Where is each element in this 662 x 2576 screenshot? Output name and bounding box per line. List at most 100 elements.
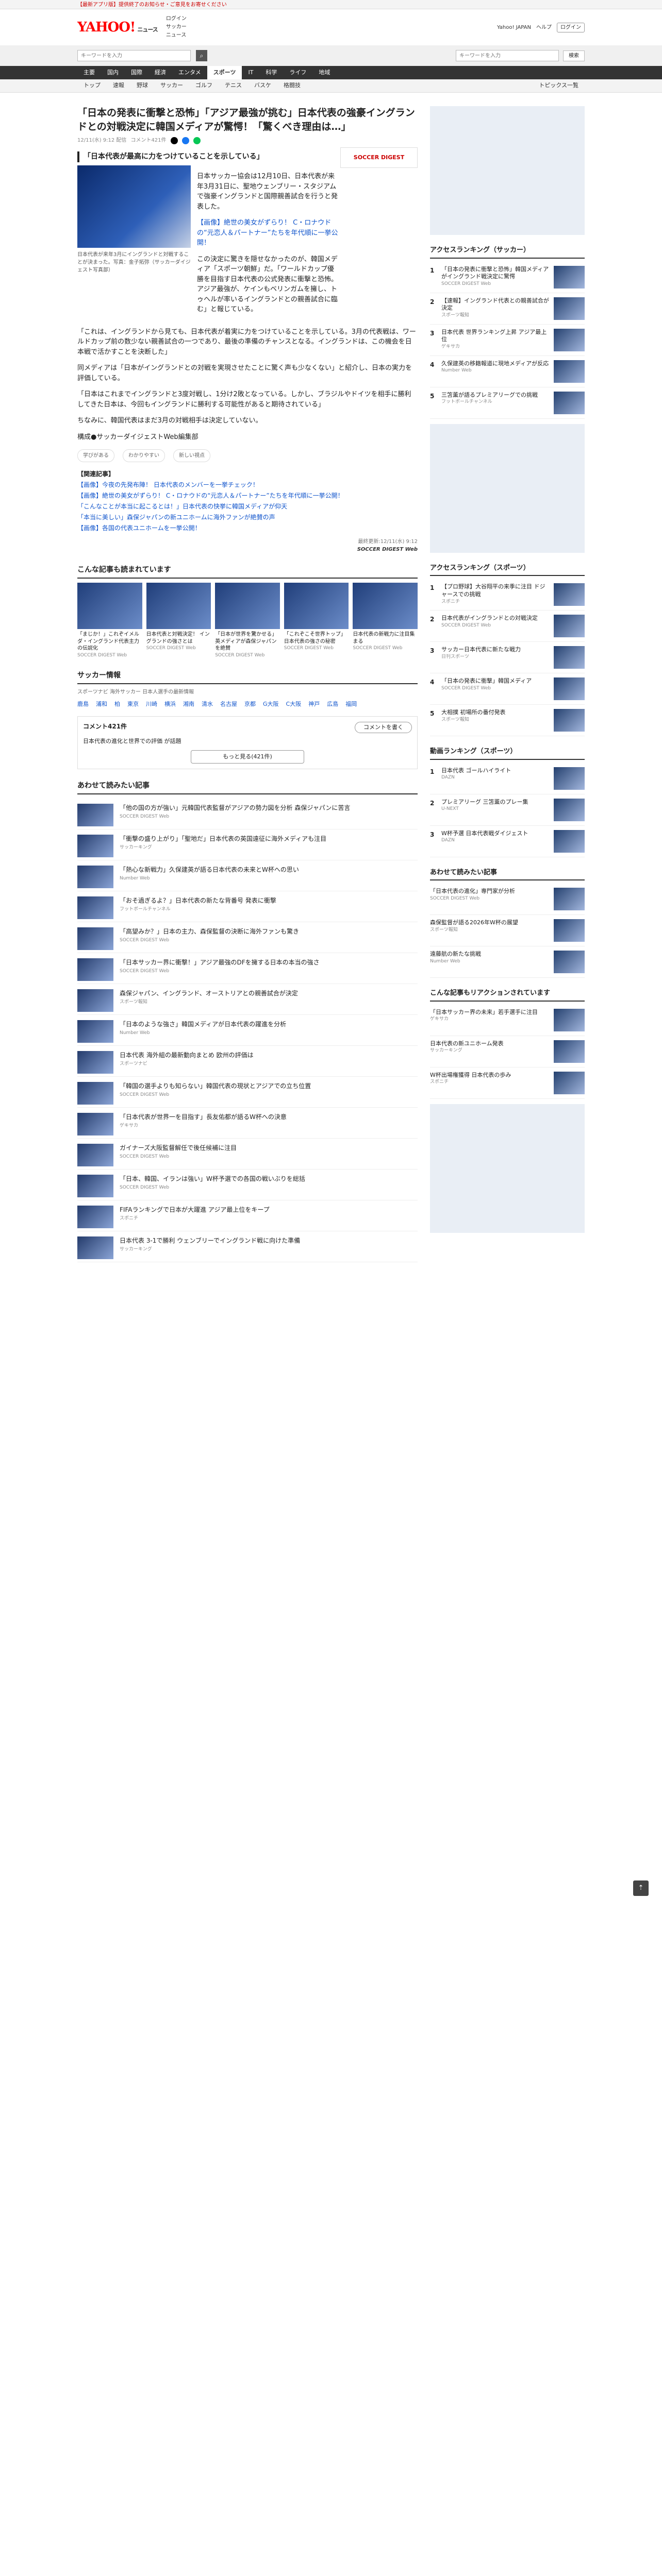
more-article-item[interactable]: 日本代表 海外組の最新動向まとめ 欧州の評価は スポーツナビ bbox=[77, 1046, 418, 1077]
ranking-item[interactable]: 遠藤航の新たな挑戦 Number Web bbox=[430, 946, 585, 978]
web-search-button[interactable]: 検索 bbox=[563, 50, 585, 61]
more-comments-button[interactable]: もっと見る(421件) bbox=[191, 750, 304, 764]
team-link[interactable]: 鹿島 bbox=[77, 700, 89, 709]
ranking-item[interactable]: 2 プレミアリーグ 三笘薫のプレー集 U-NEXT bbox=[430, 794, 585, 826]
help-link[interactable]: ヘルプ bbox=[536, 24, 552, 31]
ranking-item[interactable]: 4 「日本の発表に衝撃」韓国メディア SOCCER DIGEST Web bbox=[430, 673, 585, 705]
more-article-item[interactable]: 「日本、韓国、イランは強い」W杯予選での各国の戦いぶりを総括 SOCCER DIG… bbox=[77, 1170, 418, 1201]
subnav-item[interactable]: 格闘技 bbox=[277, 81, 307, 90]
subnav-item[interactable]: サッカー bbox=[154, 81, 189, 90]
nav-item[interactable]: 主要 bbox=[77, 66, 101, 79]
reaction-learn-button[interactable]: 学びがある bbox=[77, 449, 114, 463]
header-link-2[interactable]: サッカー bbox=[166, 23, 187, 31]
search-icon[interactable]: ⌕ bbox=[196, 50, 207, 61]
reaction-new-view-button[interactable]: 新しい視点 bbox=[173, 449, 210, 463]
ranking-item[interactable]: 1 【プロ野球】大谷翔平の来季に注目 ドジャースでの挑戦 スポニチ bbox=[430, 579, 585, 611]
nav-item-sports[interactable]: スポーツ bbox=[207, 66, 242, 79]
ranking-item[interactable]: 3 サッカー日本代表に新たな戦力 日刊スポーツ bbox=[430, 642, 585, 673]
team-link[interactable]: 浦和 bbox=[96, 700, 107, 709]
more-article-item[interactable]: 「日本サッカー界に衝撃！」アジア最強のDFを擁する日本の本当の強さ SOCCER … bbox=[77, 953, 418, 985]
sidebar-ad[interactable] bbox=[430, 106, 585, 235]
team-link[interactable]: 京都 bbox=[244, 700, 256, 709]
subnav-item[interactable]: バスケ bbox=[248, 81, 277, 90]
nav-item[interactable]: 地域 bbox=[312, 66, 336, 79]
team-link[interactable]: 広島 bbox=[327, 700, 338, 709]
ranking-item[interactable]: 「日本サッカー界の未来」若手選手に注目 ゲキサカ bbox=[430, 1005, 585, 1036]
nav-item[interactable]: 国際 bbox=[125, 66, 148, 79]
more-article-item[interactable]: 「日本のような強さ」韓国メディアが日本代表の躍進を分析 Number Web bbox=[77, 1015, 418, 1046]
more-article-item[interactable]: 「韓国の選手よりも知らない」韓国代表の現状とアジアでの立ち位置 SOCCER DI… bbox=[77, 1077, 418, 1108]
nav-item[interactable]: エンタメ bbox=[172, 66, 207, 79]
nav-item[interactable]: 経済 bbox=[148, 66, 172, 79]
more-article-item[interactable]: ガイナーズ大阪監督解任で後任候補に注目 SOCCER DIGEST Web bbox=[77, 1139, 418, 1170]
ranking-item[interactable]: 3 日本代表 世界ランキング上昇 アジア最上位 ゲキサカ bbox=[430, 325, 585, 356]
more-article-item[interactable]: 「日本代表が世界一を目指す」長友佑都が語るW杯への決意 ゲキサカ bbox=[77, 1108, 418, 1139]
ranking-item[interactable]: 5 三笘薫が語るプレミアリーグでの挑戦 フットボールチャンネル bbox=[430, 387, 585, 419]
subnav-item[interactable]: 速報 bbox=[107, 81, 130, 90]
top-notice-text[interactable]: 【最新アプリ版】提供終了のお知らせ・ご意見をお寄せください bbox=[77, 2, 227, 8]
team-link[interactable]: 柏 bbox=[114, 700, 120, 709]
sidebar-ad[interactable] bbox=[430, 1104, 585, 1233]
recommend-card[interactable]: 日本代表と対戦決定！ イングランドの強さとは SOCCER DIGEST Web bbox=[146, 583, 211, 659]
recommend-card[interactable]: 日本代表の新戦力に注目集まる SOCCER DIGEST Web bbox=[353, 583, 418, 659]
ranking-item[interactable]: 4 久保建英の移籍報道に現地メディアが反応 Number Web bbox=[430, 356, 585, 387]
ranking-item[interactable]: 1 日本代表 ゴールハイライト DAZN bbox=[430, 763, 585, 794]
back-to-top-button[interactable]: ⇡ bbox=[633, 1880, 649, 1896]
photo-gallery-link[interactable]: 【画像】絶世の美女がずらり！ C・ロナウドの“元恋人＆パートナー”たちを年代順に… bbox=[197, 218, 340, 248]
ranking-item[interactable]: 2 日本代表がイングランドとの対戦決定 SOCCER DIGEST Web bbox=[430, 611, 585, 642]
nav-item[interactable]: 科学 bbox=[259, 66, 283, 79]
team-link[interactable]: G大阪 bbox=[263, 700, 279, 709]
news-search-input[interactable] bbox=[77, 50, 191, 61]
more-article-item[interactable]: 「他の国の方が強い」元韓国代表監督がアジアの勢力図を分析 森保ジャパンに苦言 SO… bbox=[77, 799, 418, 830]
ranking-item[interactable]: 3 W杯予選 日本代表戦ダイジェスト DAZN bbox=[430, 826, 585, 857]
related-link[interactable]: 【画像】絶世の美女がずらり！ C・ロナウドの“元恋人＆パートナー”たちを年代順に… bbox=[77, 491, 418, 500]
ranking-item[interactable]: 日本代表の新ユニホーム発表 サッカーキング bbox=[430, 1036, 585, 1067]
more-article-item[interactable]: 「熱心な新戦力」久保建英が語る日本代表の未来とW杯への思い Number Web bbox=[77, 860, 418, 892]
topics-list-link[interactable]: トピックス一覧 bbox=[533, 81, 585, 90]
team-link[interactable]: 湘南 bbox=[183, 700, 194, 709]
article-photo[interactable] bbox=[77, 165, 191, 248]
web-search-input[interactable] bbox=[456, 50, 559, 61]
nav-item[interactable]: ライフ bbox=[283, 66, 312, 79]
nav-item[interactable]: 国内 bbox=[101, 66, 125, 79]
team-link[interactable]: 川崎 bbox=[146, 700, 157, 709]
more-article-item[interactable]: 森保ジャパン、イングランド、オーストリアとの親善試合が決定 スポーツ報知 bbox=[77, 984, 418, 1015]
ranking-item[interactable]: W杯出場権獲得 日本代表の歩み スポニチ bbox=[430, 1067, 585, 1099]
subnav-item[interactable]: トップ bbox=[77, 81, 107, 90]
subnav-item[interactable]: 野球 bbox=[130, 81, 154, 90]
team-link[interactable]: C大阪 bbox=[286, 700, 302, 709]
related-link[interactable]: 【画像】各国の代表ユニホームを一挙公開！ bbox=[77, 523, 418, 533]
team-link[interactable]: 福岡 bbox=[345, 700, 357, 709]
facebook-share-icon[interactable] bbox=[181, 137, 189, 144]
related-link[interactable]: 「こんなことが本当に起こるとは！」日本代表の快挙に韓国メディアが仰天 bbox=[77, 502, 418, 511]
more-article-item[interactable]: 「高望みか？」日本の主力、森保監督の決断に海外ファンも驚き SOCCER DIGE… bbox=[77, 922, 418, 954]
more-article-item[interactable]: 「衝撃の盛り上がり」「聖地だ」日本代表の英国遠征に海外メディアも注目 サッカーキン… bbox=[77, 829, 418, 861]
more-article-item[interactable]: 「おそ過ぎるよ？」日本代表の新たな背番号 発表に衝撃 フットボールチャンネル bbox=[77, 891, 418, 923]
ranking-item[interactable]: 1 「日本の発表に衝撃と恐怖」韓国メディアがイングランド戦決定に驚愕 SOCCER … bbox=[430, 262, 585, 293]
more-article-item[interactable]: 日本代表 3-1で勝利 ウェンブリーでイングランド戦に向けた準備 サッカーキング bbox=[77, 1231, 418, 1263]
source-name[interactable]: SOCCER DIGEST Web bbox=[77, 546, 418, 553]
team-link[interactable]: 神戸 bbox=[308, 700, 320, 709]
ranking-item[interactable]: 2 【速報】イングランド代表との親善試合が決定 スポーツ報知 bbox=[430, 293, 585, 325]
recommend-card[interactable]: 「これぞこそ世界トップ」日本代表の強さの秘密 SOCCER DIGEST Web bbox=[284, 583, 349, 659]
ranking-item[interactable]: 5 大相撲 初場所の番付発表 スポーツ報知 bbox=[430, 705, 585, 736]
header-link-1[interactable]: ログイン bbox=[166, 15, 187, 23]
nav-item[interactable]: IT bbox=[242, 66, 259, 79]
team-link[interactable]: 清水 bbox=[202, 700, 213, 709]
sidebar-ad[interactable] bbox=[430, 423, 585, 553]
team-link[interactable]: 東京 bbox=[127, 700, 139, 709]
site-logo[interactable]: YAHOO! ニュース bbox=[77, 18, 158, 38]
recommend-card[interactable]: 「まじか！」これぞイメルダ・イングランド代表主力の伝説化 SOCCER DIGES… bbox=[77, 583, 142, 659]
related-link[interactable]: 「本当に美しい」森保ジャパンの新ユニホームに海外ファンが絶賛の声 bbox=[77, 513, 418, 522]
line-share-icon[interactable] bbox=[193, 137, 201, 144]
header-link-3[interactable]: ニュース bbox=[166, 31, 187, 40]
soccer-digest-banner[interactable]: SOCCER DIGEST bbox=[340, 147, 418, 168]
more-article-item[interactable]: FIFAランキングで日本が大躍進 アジア最上位をキープ スポニチ bbox=[77, 1200, 418, 1232]
write-comment-button[interactable]: コメントを書く bbox=[355, 721, 412, 734]
login-button[interactable]: ログイン bbox=[557, 22, 585, 32]
top-notice-bar[interactable]: 【最新アプリ版】提供終了のお知らせ・ご意見をお寄せください bbox=[0, 0, 662, 9]
comment-count-link[interactable]: コメント421件 bbox=[130, 137, 166, 144]
subnav-item[interactable]: ゴルフ bbox=[189, 81, 219, 90]
subnav-item[interactable]: テニス bbox=[219, 81, 248, 90]
recommend-card[interactable]: 「日本が世界を驚かせる」英メディアが森保ジャパンを絶賛 SOCCER DIGEST… bbox=[215, 583, 280, 659]
